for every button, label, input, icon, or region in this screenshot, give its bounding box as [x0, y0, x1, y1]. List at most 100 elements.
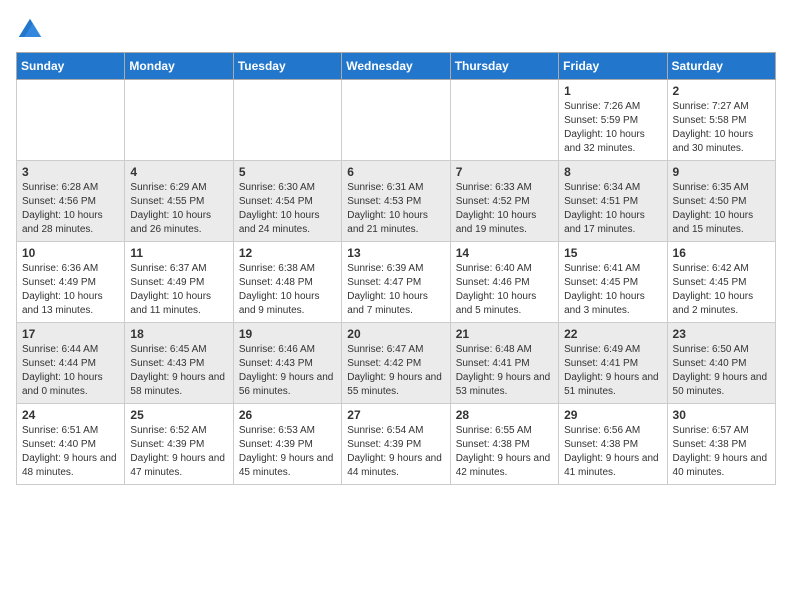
day-info: Sunrise: 6:36 AM Sunset: 4:49 PM Dayligh…	[22, 262, 119, 318]
day-info: Sunrise: 6:29 AM Sunset: 4:55 PM Dayligh…	[130, 181, 227, 237]
day-info: Sunrise: 6:39 AM Sunset: 4:47 PM Dayligh…	[347, 262, 444, 318]
calendar-cell: 1 Sunrise: 7:26 AM Sunset: 5:59 PM Daylig…	[559, 80, 667, 161]
day-info: Sunrise: 6:34 AM Sunset: 4:51 PM Dayligh…	[564, 181, 661, 237]
day-number: 23	[673, 327, 770, 341]
day-info: Sunrise: 6:45 AM Sunset: 4:43 PM Dayligh…	[130, 343, 227, 399]
calendar-header-row: SundayMondayTuesdayWednesdayThursdayFrid…	[17, 53, 776, 80]
header-sunday: Sunday	[17, 53, 125, 80]
calendar-cell: 28 Sunrise: 6:55 AM Sunset: 4:38 PM Dayli…	[450, 404, 558, 485]
day-number: 29	[564, 408, 661, 422]
day-info: Sunrise: 6:28 AM Sunset: 4:56 PM Dayligh…	[22, 181, 119, 237]
calendar-cell: 30Sunrise: 6:57 AM Sunset: 4:38 PM Dayli…	[667, 404, 775, 485]
day-number: 24	[22, 408, 119, 422]
calendar-cell: 15 Sunrise: 6:41 AM Sunset: 4:45 PM Dayli…	[559, 242, 667, 323]
day-info: Sunrise: 6:53 AM Sunset: 4:39 PM Dayligh…	[239, 424, 336, 480]
calendar-cell: 20 Sunrise: 6:47 AM Sunset: 4:42 PM Dayli…	[342, 323, 450, 404]
calendar-cell: 10 Sunrise: 6:36 AM Sunset: 4:49 PM Dayli…	[17, 242, 125, 323]
calendar-cell: 12 Sunrise: 6:38 AM Sunset: 4:48 PM Dayli…	[233, 242, 341, 323]
day-number: 28	[456, 408, 553, 422]
day-number: 26	[239, 408, 336, 422]
day-info: Sunrise: 6:46 AM Sunset: 4:43 PM Dayligh…	[239, 343, 336, 399]
calendar-cell: 3 Sunrise: 6:28 AM Sunset: 4:56 PM Daylig…	[17, 161, 125, 242]
day-number: 19	[239, 327, 336, 341]
header-tuesday: Tuesday	[233, 53, 341, 80]
day-number: 25	[130, 408, 227, 422]
day-number: 14	[456, 246, 553, 260]
day-info: Sunrise: 6:56 AM Sunset: 4:38 PM Dayligh…	[564, 424, 661, 480]
day-number: 4	[130, 165, 227, 179]
calendar-cell: 23 Sunrise: 6:50 AM Sunset: 4:40 PM Dayli…	[667, 323, 775, 404]
calendar-cell: 26 Sunrise: 6:53 AM Sunset: 4:39 PM Dayli…	[233, 404, 341, 485]
calendar-cell	[342, 80, 450, 161]
day-number: 17	[22, 327, 119, 341]
calendar-cell: 29 Sunrise: 6:56 AM Sunset: 4:38 PM Dayli…	[559, 404, 667, 485]
day-info: Sunrise: 6:49 AM Sunset: 4:41 PM Dayligh…	[564, 343, 661, 399]
day-number: 9	[673, 165, 770, 179]
day-number: 20	[347, 327, 444, 341]
day-number: 15	[564, 246, 661, 260]
day-info: Sunrise: 6:31 AM Sunset: 4:53 PM Dayligh…	[347, 181, 444, 237]
calendar-cell: 27 Sunrise: 6:54 AM Sunset: 4:39 PM Dayli…	[342, 404, 450, 485]
day-number: 13	[347, 246, 444, 260]
day-info: Sunrise: 6:33 AM Sunset: 4:52 PM Dayligh…	[456, 181, 553, 237]
day-number: 16	[673, 246, 770, 260]
header-saturday: Saturday	[667, 53, 775, 80]
day-number: 18	[130, 327, 227, 341]
calendar-cell: 24 Sunrise: 6:51 AM Sunset: 4:40 PM Dayli…	[17, 404, 125, 485]
calendar-cell: 8Sunrise: 6:34 AM Sunset: 4:51 PM Daylig…	[559, 161, 667, 242]
logo	[16, 16, 48, 44]
day-info: Sunrise: 6:57 AM Sunset: 4:38 PM Dayligh…	[673, 424, 770, 480]
day-info: Sunrise: 6:41 AM Sunset: 4:45 PM Dayligh…	[564, 262, 661, 318]
day-info: Sunrise: 6:51 AM Sunset: 4:40 PM Dayligh…	[22, 424, 119, 480]
header-monday: Monday	[125, 53, 233, 80]
day-number: 11	[130, 246, 227, 260]
day-info: Sunrise: 7:26 AM Sunset: 5:59 PM Dayligh…	[564, 100, 661, 156]
day-number: 21	[456, 327, 553, 341]
calendar-cell: 17 Sunrise: 6:44 AM Sunset: 4:44 PM Dayli…	[17, 323, 125, 404]
day-info: Sunrise: 6:54 AM Sunset: 4:39 PM Dayligh…	[347, 424, 444, 480]
day-info: Sunrise: 6:55 AM Sunset: 4:38 PM Dayligh…	[456, 424, 553, 480]
day-number: 7	[456, 165, 553, 179]
calendar-cell: 14 Sunrise: 6:40 AM Sunset: 4:46 PM Dayli…	[450, 242, 558, 323]
calendar-table: SundayMondayTuesdayWednesdayThursdayFrid…	[16, 52, 776, 485]
header-wednesday: Wednesday	[342, 53, 450, 80]
calendar-week-row: 24 Sunrise: 6:51 AM Sunset: 4:40 PM Dayli…	[17, 404, 776, 485]
header-thursday: Thursday	[450, 53, 558, 80]
calendar-cell	[17, 80, 125, 161]
day-info: Sunrise: 6:44 AM Sunset: 4:44 PM Dayligh…	[22, 343, 119, 399]
calendar-week-row: 10 Sunrise: 6:36 AM Sunset: 4:49 PM Dayli…	[17, 242, 776, 323]
calendar-cell: 13 Sunrise: 6:39 AM Sunset: 4:47 PM Dayli…	[342, 242, 450, 323]
calendar-cell: 5Sunrise: 6:30 AM Sunset: 4:54 PM Daylig…	[233, 161, 341, 242]
day-info: Sunrise: 6:40 AM Sunset: 4:46 PM Dayligh…	[456, 262, 553, 318]
calendar-cell: 2Sunrise: 7:27 AM Sunset: 5:58 PM Daylig…	[667, 80, 775, 161]
day-number: 12	[239, 246, 336, 260]
day-number: 10	[22, 246, 119, 260]
day-info: Sunrise: 6:38 AM Sunset: 4:48 PM Dayligh…	[239, 262, 336, 318]
calendar-cell: 18 Sunrise: 6:45 AM Sunset: 4:43 PM Dayli…	[125, 323, 233, 404]
day-info: Sunrise: 6:52 AM Sunset: 4:39 PM Dayligh…	[130, 424, 227, 480]
day-info: Sunrise: 6:30 AM Sunset: 4:54 PM Dayligh…	[239, 181, 336, 237]
day-number: 1	[564, 84, 661, 98]
calendar-cell: 6 Sunrise: 6:31 AM Sunset: 4:53 PM Daylig…	[342, 161, 450, 242]
calendar-cell: 21 Sunrise: 6:48 AM Sunset: 4:41 PM Dayli…	[450, 323, 558, 404]
calendar-cell: 19 Sunrise: 6:46 AM Sunset: 4:43 PM Dayli…	[233, 323, 341, 404]
header-friday: Friday	[559, 53, 667, 80]
day-info: Sunrise: 6:47 AM Sunset: 4:42 PM Dayligh…	[347, 343, 444, 399]
calendar-cell	[450, 80, 558, 161]
day-number: 22	[564, 327, 661, 341]
calendar-week-row: 17 Sunrise: 6:44 AM Sunset: 4:44 PM Dayli…	[17, 323, 776, 404]
calendar-week-row: 3 Sunrise: 6:28 AM Sunset: 4:56 PM Daylig…	[17, 161, 776, 242]
day-info: Sunrise: 6:50 AM Sunset: 4:40 PM Dayligh…	[673, 343, 770, 399]
day-number: 3	[22, 165, 119, 179]
calendar-cell	[125, 80, 233, 161]
day-number: 27	[347, 408, 444, 422]
calendar-cell: 11 Sunrise: 6:37 AM Sunset: 4:49 PM Dayli…	[125, 242, 233, 323]
day-info: Sunrise: 6:37 AM Sunset: 4:49 PM Dayligh…	[130, 262, 227, 318]
day-info: Sunrise: 6:48 AM Sunset: 4:41 PM Dayligh…	[456, 343, 553, 399]
calendar-cell: 9Sunrise: 6:35 AM Sunset: 4:50 PM Daylig…	[667, 161, 775, 242]
calendar-cell: 22 Sunrise: 6:49 AM Sunset: 4:41 PM Dayli…	[559, 323, 667, 404]
day-info: Sunrise: 7:27 AM Sunset: 5:58 PM Dayligh…	[673, 100, 770, 156]
day-number: 6	[347, 165, 444, 179]
day-info: Sunrise: 6:42 AM Sunset: 4:45 PM Dayligh…	[673, 262, 770, 318]
calendar-cell: 25 Sunrise: 6:52 AM Sunset: 4:39 PM Dayli…	[125, 404, 233, 485]
